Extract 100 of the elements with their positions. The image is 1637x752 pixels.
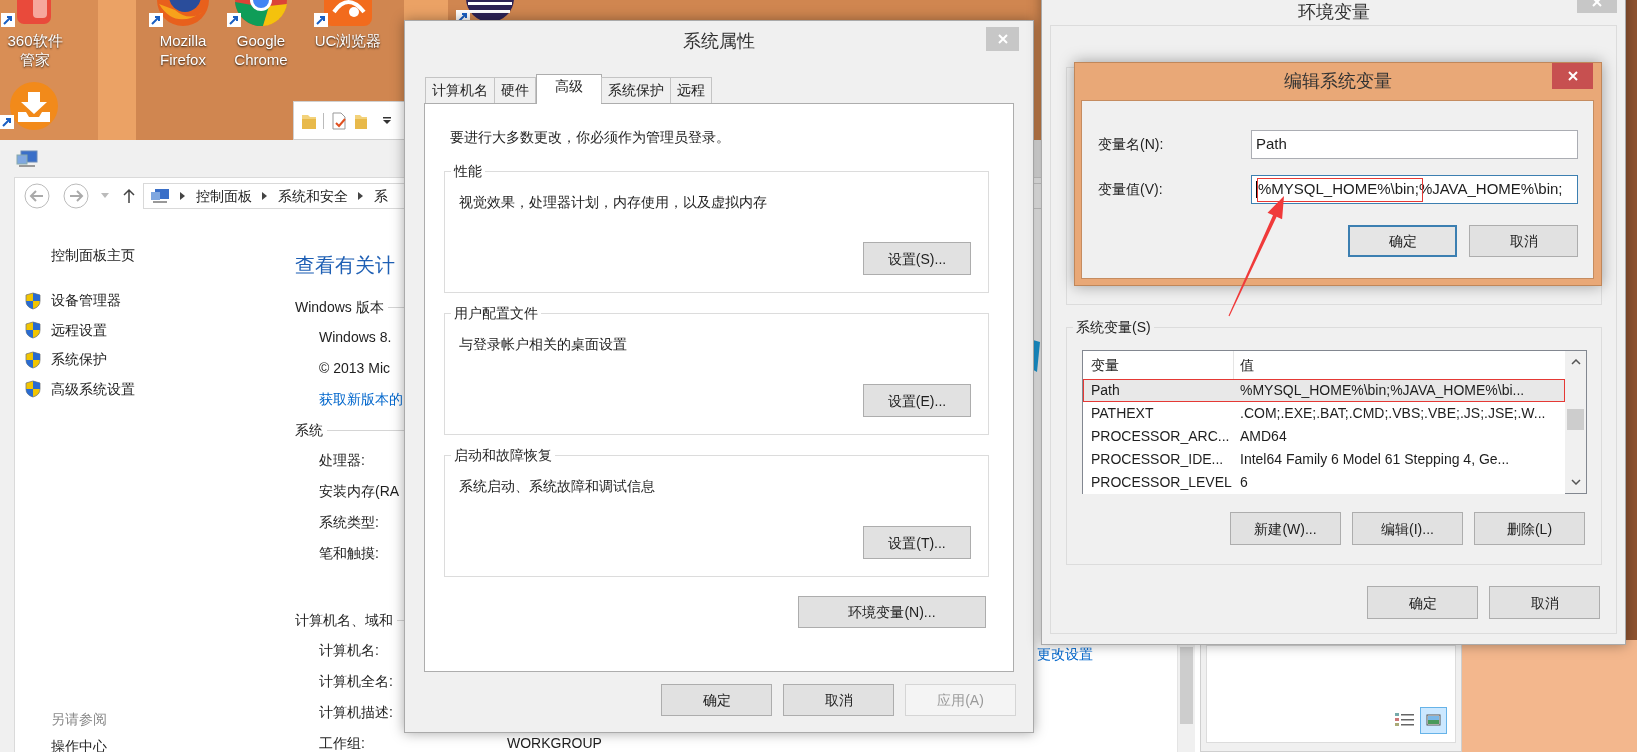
field-label: 计算机全名: [319,672,393,691]
section-heading: Windows 版本 [295,298,384,317]
window-title: 系统属性 [683,29,755,53]
close-icon [1567,71,1578,81]
tab[interactable]: 系统保护 [601,77,671,103]
tab[interactable]: 计算机名 [425,77,495,103]
computer-icon [150,188,170,204]
shield-icon [25,350,41,369]
dialog-button[interactable]: 取消 [1469,225,1578,257]
close-icon [1592,0,1602,7]
description-text: 系统启动、系统故障和调试信息 [458,477,656,496]
section-label: 另请参阅 [51,710,108,729]
variable-list[interactable]: 变量 值 Path %MYSQL_HOME%\bin;%JAVA_HOME%\bi... PATHEXT .COM;.EXE;.BAT;.CMD;.VBS;.VBE;.JS;.JSE;.W... PROCESSOR_ARC... AMD64 PROCESSOR_IDE... Intel64 Family 6 Model 61 Stepping 4, Ge... PROCESSOR_LEVEL 6 [1082,350,1587,494]
sidebar-link[interactable]: 设备管理器 [51,290,121,312]
field-label: 安装内存(RA [319,482,400,501]
field-label: 系统类型: [319,513,379,532]
document-icon[interactable] [330,111,348,130]
table-cell-text: PATHEXT [1090,404,1155,423]
chevron-icon [262,192,268,200]
description-text: 与登录帐户相关的桌面设置 [458,335,628,354]
sidebar-link[interactable]: 远程设置 [51,319,107,341]
shield-icon [25,380,41,399]
table-cell-text: PROCESSOR_IDE... [1090,450,1225,469]
scrollbar[interactable] [1565,351,1586,493]
table-cell-text: .COM;.EXE;.BAT;.CMD;.VBS;.VBE;.JS;.JSE;.W... [1239,404,1547,423]
close-button[interactable] [1552,63,1593,89]
group-label: 启动和故障恢复 [451,445,555,465]
table-cell-text: PROCESSOR_ARC... [1090,427,1231,446]
field-label: © 2013 Mic [319,359,390,378]
list-action-button[interactable]: 编辑(I)... [1352,512,1463,545]
field-label: 计算机描述: [319,703,393,722]
group-label: 性能 [451,161,485,181]
tab[interactable]: 硬件 [494,77,536,103]
chevron-icon [358,192,364,200]
dialog-button[interactable]: 确定 [1348,225,1457,257]
notice-text: 要进行大多数更改，你必须作为管理员登录。 [449,128,731,147]
settings-button[interactable]: 设置(S)... [863,242,971,275]
link[interactable]: 更改设置 [1037,644,1093,664]
column-header[interactable]: 值 [1234,351,1565,379]
scroll-thumb[interactable] [1180,647,1193,724]
icon-label: 360软件管家 [6,31,64,69]
sidebar-link[interactable]: 高级系统设置 [51,378,135,400]
preview-view-icon[interactable] [1420,707,1447,734]
list-action-button[interactable]: 删除(L) [1474,512,1585,545]
computer-icon [16,149,38,168]
field-value: WORKGROUP [507,734,602,752]
field-label: 笔和触摸: [319,544,379,563]
field-label: 工作组: [319,734,365,752]
breadcrumb[interactable]: 控制面板 [196,185,252,207]
table-cell-text: %MYSQL_HOME%\bin;%JAVA_HOME%\bi... [1239,381,1526,400]
window-title: 编辑系统变量 [1284,70,1392,93]
details-view-icon[interactable] [1395,712,1414,728]
dialog-button[interactable]: 确定 [661,684,772,716]
table-cell-text: AMD64 [1239,427,1288,446]
dropdown-icon[interactable] [382,115,392,126]
sidebar-link[interactable]: 系统保护 [51,349,107,371]
group-label: 系统变量(S) [1073,317,1154,337]
description-text: 视觉效果，处理器计划，内存使用，以及虚拟内存 [458,193,768,212]
section-heading: 计算机名、域和 [295,611,393,630]
section-heading: 系统 [295,421,323,440]
forward-icon[interactable] [63,183,89,209]
list-action-button[interactable]: 新建(W)... [1230,512,1341,545]
chevron-up-icon[interactable] [1570,359,1581,365]
breadcrumb[interactable]: 系统和安全 [278,185,348,207]
page-title: 查看有关计 [295,253,395,278]
chevron-icon [180,192,186,200]
icon-label: Google Chrome [233,31,289,69]
environment-variables-button[interactable]: 环境变量(N)... [798,596,986,628]
icon-label: Mozilla Firefox [158,31,208,69]
close-icon [997,34,1008,44]
group-label: 用户配置文件 [451,303,541,323]
field-label: 变量值(V): [1097,180,1164,199]
tab[interactable]: 远程 [670,77,712,103]
settings-button[interactable]: 设置(E)... [863,384,971,417]
table-cell-text: PROCESSOR_LEVEL [1090,473,1233,492]
table-cell-text: 6 [1239,473,1249,492]
settings-button[interactable]: 设置(T)... [863,526,971,559]
list-row[interactable]: Path %MYSQL_HOME%\bin;%JAVA_HOME%\bi... [1083,379,1565,402]
breadcrumb[interactable]: 系 [374,185,388,207]
back-icon[interactable] [24,183,50,209]
input-field[interactable]: Path [1251,130,1578,159]
dialog-button[interactable]: 取消 [1489,586,1600,619]
sidebar-link[interactable]: 控制面板主页 [51,240,295,270]
icon-label: UC浏览器 [313,31,383,50]
scroll-thumb[interactable] [1567,409,1584,430]
close-button[interactable] [986,27,1019,51]
shield-icon [25,321,41,340]
field-label: Windows 8. [319,328,392,347]
up-arrow-icon[interactable] [123,188,135,204]
link[interactable]: 获取新版本的 [319,389,403,410]
field-label: 变量名(N): [1097,135,1165,154]
table-cell-text: Path [1090,381,1121,400]
dialog-button[interactable]: 确定 [1367,586,1478,619]
tab[interactable]: 高级 [536,74,602,104]
text-cursor [1256,181,1257,198]
window-title: 环境变量 [1297,2,1370,22]
table-cell-text: Intel64 Family 6 Model 61 Stepping 4, Ge... [1239,450,1511,469]
field-label: 计算机名: [319,641,379,660]
chevron-down-icon[interactable] [1570,479,1581,485]
dialog-button[interactable]: 取消 [783,684,894,716]
